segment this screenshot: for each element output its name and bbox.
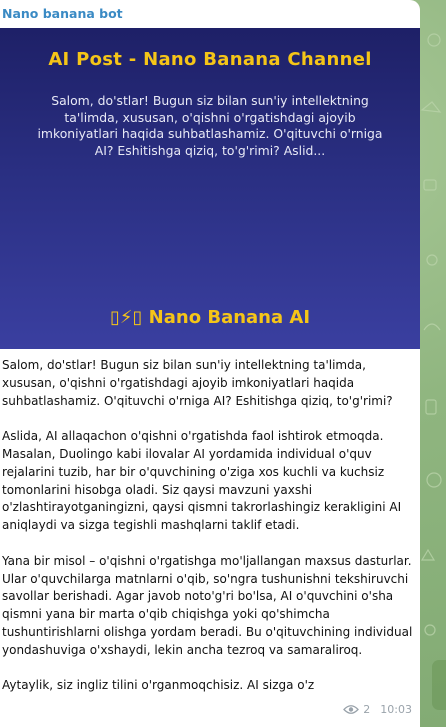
message-image-banner[interactable]: AI Post - Nano Banana Channel Salom, do'… — [0, 28, 420, 349]
scroll-indicator[interactable] — [432, 660, 446, 710]
message-bubble[interactable]: Nano banana bot AI Post - Nano Banana Ch… — [0, 0, 420, 727]
message-paragraph: Yana bir misol – o'qishni o'rgatishga mo… — [2, 553, 413, 657]
eye-icon — [343, 705, 360, 714]
message-paragraph: Aytaylik, siz ingliz tilini o'rganmoqchi… — [2, 678, 315, 693]
banner-footer: ▯⚡▯ Nano Banana AI — [109, 307, 311, 328]
message-time: 10:03 — [380, 703, 412, 716]
message-paragraph: Salom, do'stlar! Bugun siz bilan sun'iy … — [2, 358, 393, 408]
message-text: Salom, do'stlar! Bugun siz bilan sun'iy … — [2, 357, 414, 713]
wallpaper-pattern — [420, 33, 442, 636]
sender-name[interactable]: Nano banana bot — [2, 6, 123, 21]
message-meta: 2 10:03 — [337, 703, 412, 716]
banner-title: AI Post - Nano Banana Channel — [48, 49, 372, 70]
message-paragraph: Aslida, AI allaqachon o'qishni o'rgatish… — [2, 429, 402, 533]
view-count: 2 — [363, 703, 371, 716]
banner-text: Salom, do'stlar! Bugun siz bilan sun'iy … — [37, 93, 383, 158]
